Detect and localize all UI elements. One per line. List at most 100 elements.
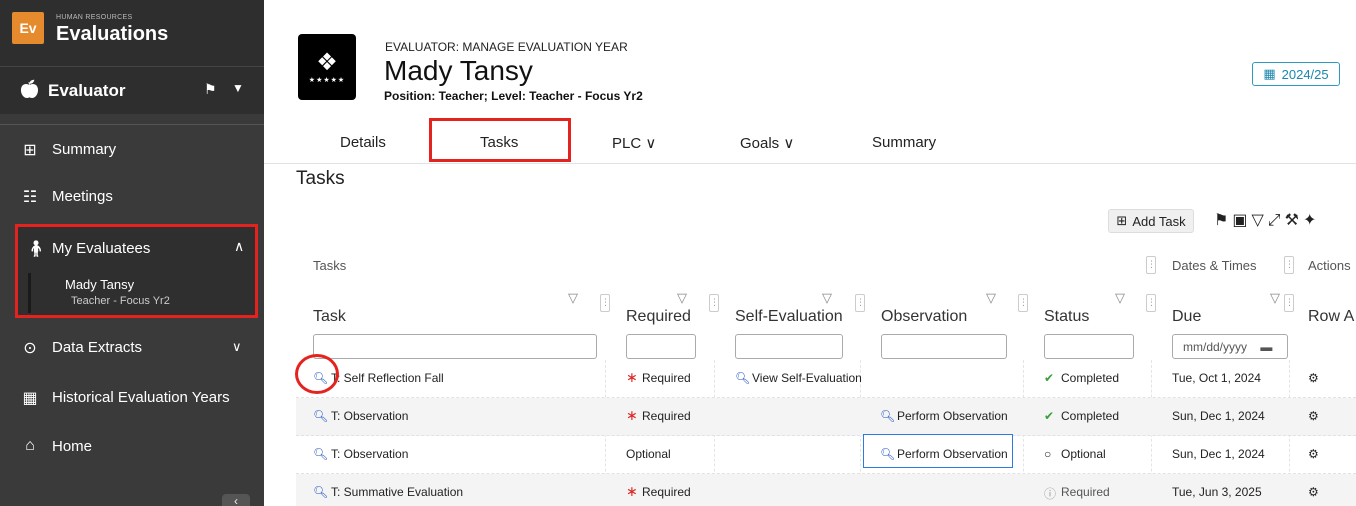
- year-selector-button[interactable]: ▦ 2024/25: [1252, 62, 1340, 86]
- view-task-icon[interactable]: 🔍︎: [313, 485, 328, 499]
- sidebar-item-label: Meetings: [52, 188, 113, 205]
- sidebar-item-meetings[interactable]: ☷ Meetings: [0, 175, 264, 219]
- task-filter-input[interactable]: [313, 334, 597, 359]
- filter-icon[interactable]: ▽: [568, 290, 578, 306]
- due-date-filter-input[interactable]: mm/dd/yyyy ▬: [1172, 334, 1288, 359]
- column-header-status[interactable]: Status: [1044, 308, 1089, 326]
- sidebar-item-data-extracts[interactable]: ⊙ Data Extracts ∨: [0, 326, 264, 370]
- caret-down-icon[interactable]: ▼: [232, 81, 244, 95]
- user-switch-icon[interactable]: ⚑: [1214, 212, 1232, 229]
- filter-icon[interactable]: ▽: [677, 290, 687, 306]
- tab-summary[interactable]: Summary: [872, 134, 936, 151]
- check-circle-icon: ✔: [1044, 371, 1055, 385]
- tools-icon[interactable]: ⚒: [1285, 212, 1303, 229]
- filter-icon[interactable]: ▽: [986, 290, 996, 306]
- add-task-button[interactable]: ⊞ Add Task: [1108, 209, 1194, 233]
- column-resize-handle[interactable]: ⋮: [855, 294, 865, 312]
- chevron-up-icon[interactable]: ∧: [234, 238, 244, 255]
- required-filter-input[interactable]: [626, 334, 696, 359]
- task-name[interactable]: T: Observation: [331, 447, 408, 461]
- task-name[interactable]: T: Self Reflection Fall: [331, 371, 444, 385]
- filter-icon[interactable]: ▽: [1115, 290, 1125, 306]
- required-value: Required: [642, 409, 691, 423]
- column-resize-handle[interactable]: ⋮: [600, 294, 610, 312]
- column-header-row-actions[interactable]: Row A: [1308, 308, 1354, 326]
- self-evaluation-filter-input[interactable]: [735, 334, 843, 359]
- status-value: Completed: [1061, 371, 1120, 385]
- row-settings-icon[interactable]: ⚙: [1308, 447, 1319, 461]
- perform-observation-link[interactable]: Perform Observation: [897, 447, 1008, 461]
- collapse-sidebar-button[interactable]: ‹: [222, 494, 250, 506]
- status-filter-input[interactable]: [1044, 334, 1134, 359]
- filter-icon[interactable]: ▽: [1270, 290, 1280, 306]
- sidebar-item-label: Data Extracts: [52, 339, 143, 356]
- view-task-icon[interactable]: 🔍︎: [313, 409, 328, 423]
- chevron-down-icon[interactable]: ∨: [232, 339, 242, 355]
- task-name[interactable]: T: Observation: [331, 409, 408, 423]
- column-resize-handle[interactable]: ⋮: [1146, 256, 1156, 274]
- tab-tasks-highlight: [429, 118, 571, 162]
- calendar-icon: ▦: [22, 390, 38, 407]
- view-task-icon[interactable]: 🔍︎: [313, 447, 328, 461]
- sidebar-item-summary[interactable]: ⊞ Summary: [0, 128, 264, 172]
- sidebar-item-label: My Evaluatees: [52, 240, 151, 257]
- tab-details[interactable]: Details: [340, 134, 386, 151]
- group-header-tasks: Tasks: [313, 258, 347, 273]
- sidebar-divider: [0, 124, 264, 125]
- expand-icon[interactable]: ⤢: [1268, 212, 1285, 229]
- tab-goals[interactable]: Goals ∨: [740, 134, 794, 152]
- row-settings-icon[interactable]: ⚙: [1308, 485, 1319, 499]
- column-resize-handle[interactable]: ⋮: [1146, 294, 1156, 312]
- role-selector[interactable]: 🍎︎ Evaluator ⚑ ▼: [0, 66, 264, 114]
- row-settings-icon[interactable]: ⚙: [1308, 409, 1319, 423]
- table-row: 🔍︎ T: Self Reflection Fall ∗ Required 🔍︎…: [296, 360, 1356, 398]
- magic-wand-icon[interactable]: ✦: [1303, 212, 1320, 229]
- column-resize-handle[interactable]: ⋮: [1284, 294, 1294, 312]
- search-icon: 🔍︎: [735, 371, 751, 385]
- filter-list-icon[interactable]: ▽: [1251, 212, 1267, 229]
- required-asterisk-icon: ∗: [626, 407, 638, 423]
- table-row: 🔍︎ T: Observation Optional 🔍︎ Perform Ob…: [296, 436, 1356, 474]
- person-icon: 🧍︎: [26, 241, 47, 258]
- sidebar-item-my-evaluatees[interactable]: 🧍︎ My Evaluatees ∧ Mady Tansy Teacher - …: [15, 224, 258, 318]
- task-name[interactable]: T: Summative Evaluation: [331, 485, 463, 499]
- tab-bar: Details Tasks PLC ∨ Goals ∨ Summary: [264, 120, 1356, 164]
- required-value: Required: [642, 485, 691, 499]
- sidebar-item-label: Home: [52, 438, 93, 455]
- brand-title: Evaluations: [56, 23, 169, 45]
- column-header-due[interactable]: Due: [1172, 308, 1201, 326]
- evaluatee-mady-tansy[interactable]: Mady Tansy Teacher - Focus Yr2: [28, 273, 254, 313]
- circle-icon: ○: [1044, 447, 1052, 461]
- view-self-evaluation-link[interactable]: View Self-Evaluation: [752, 371, 862, 385]
- sidebar-item-historical-years[interactable]: ▦ Historical Evaluation Years: [0, 376, 264, 420]
- switch-user-icon[interactable]: ⚑: [204, 81, 217, 98]
- search-icon: 🔍︎: [880, 447, 896, 461]
- column-header-task[interactable]: Task: [313, 308, 346, 326]
- brand[interactable]: Ev HUMAN RESOURCES Evaluations: [0, 0, 264, 66]
- column-resize-handle[interactable]: ⋮: [709, 294, 719, 312]
- column-header-self-evaluation[interactable]: Self-Evaluation: [735, 308, 843, 326]
- evaluatee-name: Mady Tansy: [65, 277, 135, 292]
- column-header-observation[interactable]: Observation: [881, 308, 967, 326]
- grid-toolbar: ⚑▣▽⤢⚒✦: [1214, 210, 1320, 230]
- column-header-required[interactable]: Required: [626, 308, 691, 326]
- observation-filter-input[interactable]: [881, 334, 1007, 359]
- filter-icon[interactable]: ▽: [822, 290, 832, 306]
- perform-observation-link[interactable]: Perform Observation: [897, 409, 1008, 423]
- evaluatee-title: Mady Tansy: [384, 55, 533, 86]
- calendar-icon[interactable]: ▬: [1260, 340, 1272, 354]
- required-value: Required: [642, 371, 691, 385]
- logo-emblem-icon: ❖: [316, 49, 338, 76]
- date-placeholder: mm/dd/yyyy: [1183, 340, 1248, 354]
- column-resize-handle[interactable]: ⋮: [1284, 256, 1294, 274]
- row-settings-icon[interactable]: ⚙: [1308, 371, 1319, 385]
- group-header-actions: Actions: [1308, 258, 1351, 273]
- status-value: Completed: [1061, 409, 1120, 423]
- apple-icon: 🍎︎: [18, 79, 41, 99]
- save-icon[interactable]: ▣: [1232, 212, 1251, 229]
- page-caption: EVALUATOR: MANAGE EVALUATION YEAR: [385, 40, 628, 54]
- tab-plc[interactable]: PLC ∨: [612, 134, 656, 152]
- sidebar-item-home[interactable]: ⌂ Home: [0, 425, 264, 469]
- column-resize-handle[interactable]: ⋮: [1018, 294, 1028, 312]
- table-row: 🔍︎ T: Observation ∗ Required 🔍︎ Perform …: [296, 398, 1356, 436]
